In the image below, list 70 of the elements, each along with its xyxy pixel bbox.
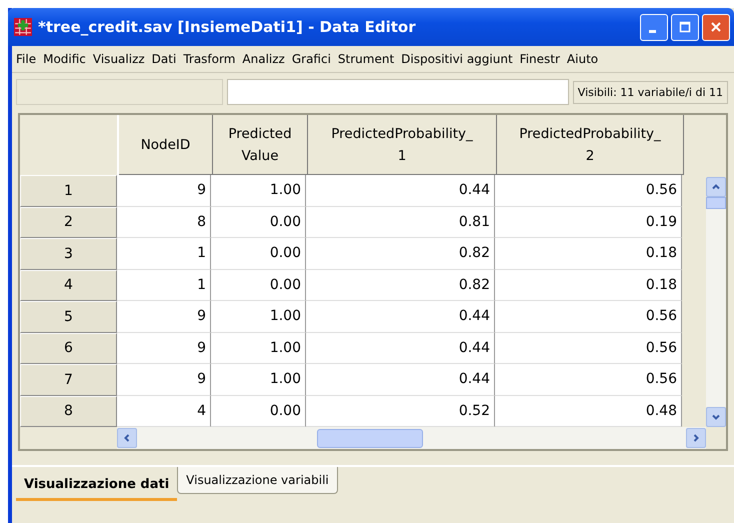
table-cell[interactable]: 8 <box>117 206 211 238</box>
table-cell[interactable]: 0.48 <box>495 396 682 427</box>
row-header[interactable]: 1 <box>20 175 117 206</box>
view-tab[interactable]: Visualizzazione variabili <box>177 467 338 494</box>
table-cell[interactable]: 0.44 <box>306 364 495 396</box>
table-cell[interactable]: 1.00 <box>211 332 306 364</box>
table-cell[interactable]: 0.44 <box>306 301 495 332</box>
table-cell[interactable]: 0.52 <box>306 396 495 427</box>
row-header[interactable]: 5 <box>20 301 117 332</box>
table-cell[interactable]: 0.00 <box>211 270 306 301</box>
table-cell[interactable]: 0.56 <box>495 332 682 364</box>
row-header[interactable]: 8 <box>20 396 117 427</box>
scroll-thumb[interactable] <box>317 428 423 448</box>
table-cell[interactable]: 9 <box>117 364 211 396</box>
close-icon <box>710 21 722 33</box>
menu-item[interactable]: Dati <box>152 52 176 66</box>
row-header[interactable]: 3 <box>20 238 117 270</box>
table-cell[interactable]: 0.44 <box>306 332 495 364</box>
cell-value-field[interactable] <box>227 79 569 105</box>
menu-item[interactable]: Grafici <box>292 52 331 66</box>
table-cell[interactable]: 1.00 <box>211 301 306 332</box>
cell-reference-field[interactable] <box>16 79 223 105</box>
menu-item[interactable]: Strument <box>338 52 394 66</box>
table-cell[interactable]: 0.18 <box>495 270 682 301</box>
table-cell[interactable]: 0.56 <box>495 301 682 332</box>
table-cell[interactable]: 0.19 <box>495 206 682 238</box>
table-cell[interactable]: 0.81 <box>306 206 495 238</box>
horizontal-scrollbar[interactable] <box>117 427 706 449</box>
grid-plus-icon <box>14 18 32 36</box>
table-cell[interactable]: 9 <box>117 301 211 332</box>
row-header[interactable]: 4 <box>20 270 117 301</box>
menu-item[interactable]: Modific <box>43 52 86 66</box>
table-cell[interactable]: 0.82 <box>306 270 495 301</box>
table-cell[interactable]: 9 <box>117 175 211 206</box>
table-cell[interactable]: 0.44 <box>306 175 495 206</box>
menu-item[interactable]: Analizz <box>242 52 285 66</box>
scroll-right-icon[interactable] <box>686 428 706 448</box>
scroll-up-icon[interactable] <box>706 177 726 197</box>
menu-item[interactable]: Visualizz <box>92 52 145 66</box>
table-cell[interactable]: 1.00 <box>211 175 306 206</box>
scroll-thumb[interactable] <box>706 197 726 209</box>
table-cell[interactable]: 0.82 <box>306 238 495 270</box>
table-cell[interactable]: 0.56 <box>495 175 682 206</box>
close-button[interactable] <box>702 14 730 40</box>
menu-item[interactable]: Finestr <box>520 52 560 66</box>
maximize-button[interactable] <box>671 14 699 40</box>
minimize-icon <box>649 30 656 32</box>
table-cell[interactable]: 1.00 <box>211 364 306 396</box>
row-header[interactable]: 7 <box>20 364 117 396</box>
menu-item[interactable]: Aiuto <box>566 52 598 66</box>
table-cell[interactable]: 4 <box>117 396 211 427</box>
table-cell[interactable]: 0.00 <box>211 238 306 270</box>
variables-status: Visibili: 11 variabile/i di 11 <box>572 80 728 104</box>
menu-item[interactable]: File <box>16 52 36 66</box>
table-cell[interactable]: 1 <box>117 238 211 270</box>
table-cell[interactable]: 0.00 <box>211 396 306 427</box>
table-cell[interactable]: 0.00 <box>211 206 306 238</box>
table-cell[interactable]: 9 <box>117 332 211 364</box>
table-cell[interactable]: 0.18 <box>495 238 682 270</box>
row-header[interactable]: 6 <box>20 332 117 364</box>
menu-item[interactable]: Dispositivi aggiunt <box>401 52 513 66</box>
minimize-button[interactable] <box>640 14 668 40</box>
scroll-left-icon[interactable] <box>117 428 137 448</box>
maximize-icon <box>679 21 691 33</box>
window-title: *tree_credit.sav [InsiemeDati1] - Data Editor <box>38 18 417 36</box>
table-cell[interactable]: 1 <box>117 270 211 301</box>
row-header[interactable]: 2 <box>20 206 117 238</box>
table-cell[interactable]: 0.56 <box>495 364 682 396</box>
menu-item[interactable]: Trasform <box>183 52 236 66</box>
scroll-down-icon[interactable] <box>706 407 726 427</box>
